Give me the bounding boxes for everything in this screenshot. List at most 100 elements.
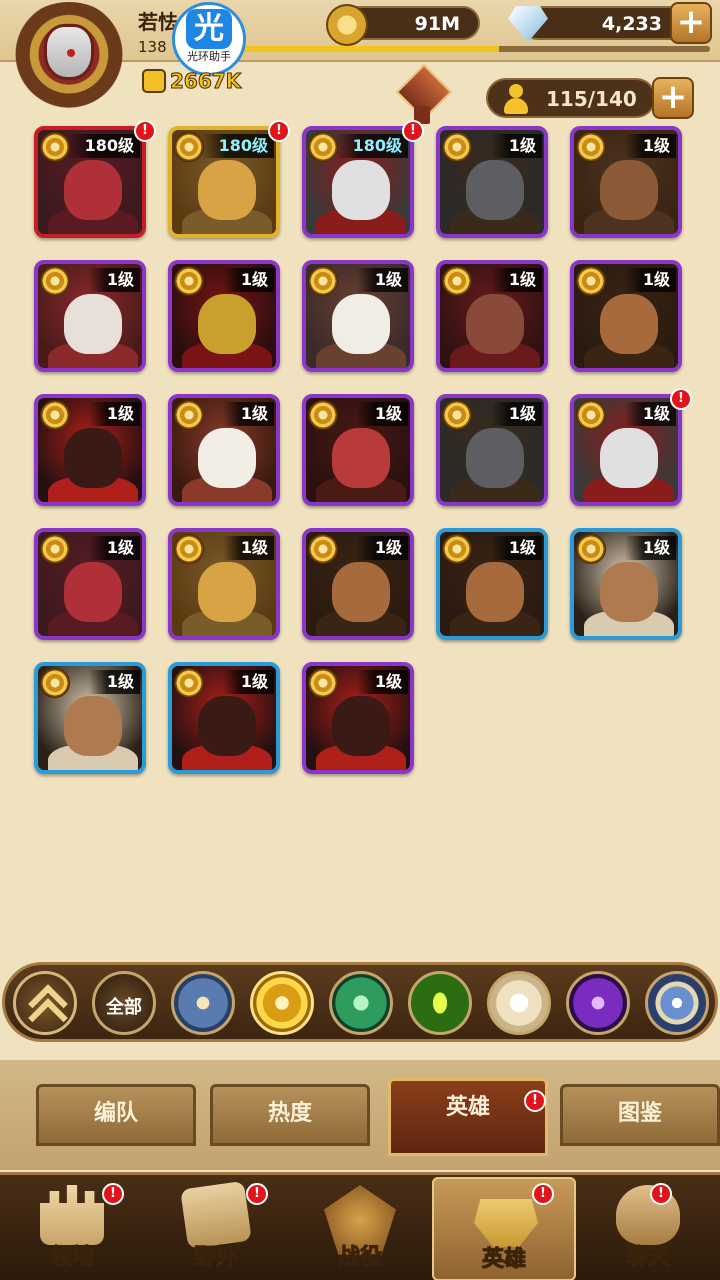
- castle-icon: [40, 1185, 104, 1245]
- tab-formation[interactable]: 编队: [36, 1084, 196, 1146]
- hero-portrait-head: [466, 294, 524, 354]
- hero-card[interactable]: 1级: [570, 126, 682, 238]
- hero-level: 1级: [624, 536, 676, 560]
- hero-alert-badge: !: [670, 388, 692, 410]
- hero-card[interactable]: 1级: [570, 260, 682, 372]
- hero-card[interactable]: 1级: [34, 394, 146, 506]
- faction-emblem-icon: [40, 668, 70, 698]
- tab-heroes-alert-badge: !: [524, 1090, 546, 1112]
- faction-emblem-icon: [40, 400, 70, 430]
- faction-emblem-icon: [442, 266, 472, 296]
- fist-icon: [142, 69, 166, 93]
- hero-card[interactable]: 180级: [168, 126, 280, 238]
- hero-portrait-head: [64, 696, 122, 756]
- hero-card[interactable]: 1级: [436, 260, 548, 372]
- hero-level: 180级: [334, 134, 408, 158]
- hero-portrait-head: [332, 696, 390, 756]
- hero-level: 1级: [356, 670, 408, 694]
- nav-territory[interactable]: 领地 !: [0, 1177, 144, 1280]
- tab-codex[interactable]: 图鉴: [560, 1084, 720, 1146]
- nav-chat[interactable]: 聊天 !: [576, 1177, 720, 1280]
- hero-card[interactable]: 1级: [34, 662, 146, 774]
- hero-level: 1级: [490, 268, 542, 292]
- hero-portrait-head: [600, 562, 658, 622]
- combat-power: 2667K: [142, 66, 242, 96]
- hero-alert-badge: !: [268, 120, 290, 142]
- hero-card[interactable]: 1级: [570, 528, 682, 640]
- hero-level: 1级: [624, 402, 676, 426]
- faction-emblem-icon: [174, 132, 204, 162]
- hero-helmet-icon: [474, 1199, 538, 1247]
- hero-card[interactable]: 1级: [302, 260, 414, 372]
- hero-portrait-head: [466, 160, 524, 220]
- hero-portrait-head: [332, 160, 390, 220]
- hero-portrait-head: [64, 294, 122, 354]
- nav-heroes-label: 英雄: [481, 1247, 526, 1273]
- hero-level: 1级: [356, 402, 408, 426]
- hero-card[interactable]: 1级: [168, 260, 280, 372]
- hero-portrait-head: [466, 562, 524, 622]
- tab-heroes[interactable]: 英雄: [388, 1078, 548, 1156]
- hero-portrait-head: [332, 294, 390, 354]
- hero-card[interactable]: 1级: [168, 394, 280, 506]
- nav-wilds-alert: !: [246, 1183, 268, 1205]
- orb-icon[interactable]: [645, 971, 709, 1035]
- dark-crystal-icon[interactable]: [566, 971, 630, 1035]
- eye-icon[interactable]: [408, 971, 472, 1035]
- hero-card[interactable]: 1级: [302, 528, 414, 640]
- filter-all-label: 全部: [106, 997, 142, 1018]
- hero-level: 1级: [88, 268, 140, 292]
- hero-portrait-head: [64, 160, 122, 220]
- faction-emblem-icon: [442, 132, 472, 162]
- nav-wilds[interactable]: 野外 !: [144, 1177, 288, 1280]
- hero-portrait-head: [600, 428, 658, 488]
- leaf-icon[interactable]: [329, 971, 393, 1035]
- hero-portrait-head: [198, 562, 256, 622]
- hero-card[interactable]: 1级: [34, 528, 146, 640]
- hero-level: 1级: [490, 536, 542, 560]
- hero-card[interactable]: 1级: [436, 528, 548, 640]
- sun-sigil-icon[interactable]: [250, 971, 314, 1035]
- hero-card[interactable]: 180级: [34, 126, 146, 238]
- hero-portrait-head: [64, 562, 122, 622]
- faction-emblem-icon: [576, 266, 606, 296]
- filter-all-button[interactable]: 全部: [92, 971, 156, 1035]
- hero-card[interactable]: 1级: [168, 528, 280, 640]
- nav-chat-label: 聊天: [625, 1245, 670, 1271]
- nav-territory-alert: !: [102, 1183, 124, 1205]
- bottom-nav: 领地 ! 野外 ! 战役 英雄 ! 聊天 !: [0, 1172, 720, 1280]
- hero-card[interactable]: 1级: [436, 394, 548, 506]
- star-burst-icon[interactable]: [487, 971, 551, 1035]
- faction-emblem-icon: [174, 400, 204, 430]
- hero-alert-badge: !: [134, 120, 156, 142]
- hero-card[interactable]: 1级: [570, 394, 682, 506]
- hero-level: 1级: [624, 134, 676, 158]
- collapse-filter-button[interactable]: [13, 971, 77, 1035]
- hero-card[interactable]: 180级: [302, 126, 414, 238]
- compass-star-icon[interactable]: [171, 971, 235, 1035]
- faction-emblem-icon: [308, 400, 338, 430]
- hero-card[interactable]: 1级: [302, 394, 414, 506]
- hero-level: 1级: [222, 268, 274, 292]
- faction-emblem-icon: [308, 668, 338, 698]
- faction-emblem-icon: [576, 534, 606, 564]
- nav-campaign[interactable]: 战役: [288, 1177, 432, 1280]
- hero-card[interactable]: 1级: [168, 662, 280, 774]
- faction-emblem-icon: [308, 534, 338, 564]
- hero-card[interactable]: 1级: [34, 260, 146, 372]
- hero-level: 1级: [356, 268, 408, 292]
- player-avatar[interactable]: [8, 2, 130, 118]
- helper-app-badge[interactable]: 光 光环助手: [172, 2, 246, 76]
- tab-popularity[interactable]: 热度: [210, 1084, 370, 1146]
- hero-portrait-head: [600, 294, 658, 354]
- hero-level: 1级: [222, 670, 274, 694]
- hero-card[interactable]: 1级: [302, 662, 414, 774]
- hero-portrait-head: [600, 160, 658, 220]
- faction-emblem-icon: [40, 132, 70, 162]
- faction-emblem-icon: [442, 400, 472, 430]
- hero-grid: 180级! 180级! 180级! 1级 1级 1级 1级 1级 1级 1级 1级 1级 1级 1级 1级!…: [0, 0, 720, 800]
- nav-heroes[interactable]: 英雄 !: [432, 1177, 576, 1280]
- faction-emblem-icon: [174, 534, 204, 564]
- hero-card[interactable]: 1级: [436, 126, 548, 238]
- hero-level: 1级: [222, 536, 274, 560]
